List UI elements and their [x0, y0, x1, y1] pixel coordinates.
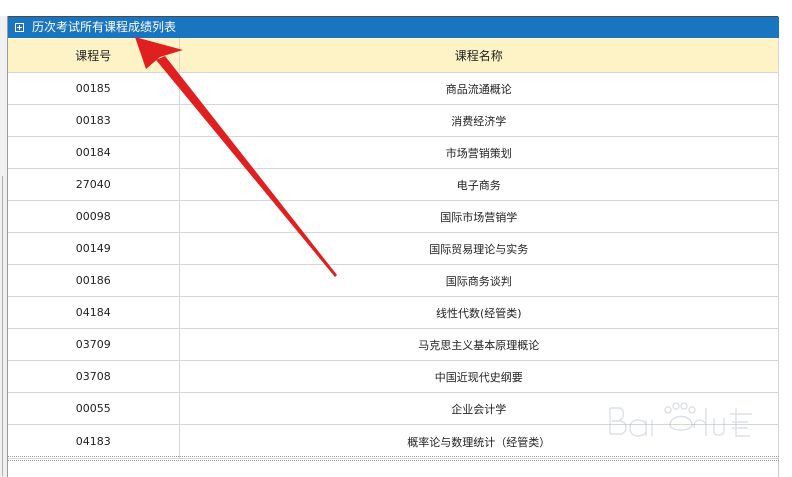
course-name-cell: 消费经济学 — [179, 104, 780, 137]
course-code-cell: 00183 — [8, 104, 180, 137]
table-row[interactable]: 04183 概率论与数理统计（经管类） — [8, 424, 780, 459]
course-code-cell: 00184 — [8, 136, 180, 169]
table-row[interactable]: 00186 国际商务谈判 — [8, 264, 780, 297]
course-name-cell: 马克思主义基本原理概论 — [179, 328, 780, 361]
course-grades-table: 课程号 课程名称 00185 商品流通概论 00183 消费经济学 00184 … — [8, 38, 780, 459]
course-code-cell: 00055 — [8, 392, 180, 425]
course-code-cell: 27040 — [8, 168, 180, 201]
course-code-cell: 03708 — [8, 360, 180, 393]
course-code-cell: 00098 — [8, 200, 180, 233]
column-header-name[interactable]: 课程名称 — [179, 38, 780, 73]
course-code-cell: 00149 — [8, 232, 180, 265]
course-name-cell: 市场营销策划 — [179, 136, 780, 169]
table-row[interactable]: 00149 国际贸易理论与实务 — [8, 232, 780, 265]
column-header-code[interactable]: 课程号 — [8, 38, 180, 73]
table-row[interactable]: 00184 市场营销策划 — [8, 136, 780, 169]
course-code-cell: 04184 — [8, 296, 180, 329]
course-name-cell: 国际贸易理论与实务 — [179, 232, 780, 265]
course-code-cell: 03709 — [8, 328, 180, 361]
course-name-cell: 电子商务 — [179, 168, 780, 201]
table-row[interactable]: 03709 马克思主义基本原理概论 — [8, 328, 780, 361]
course-name-cell: 线性代数(经管类) — [179, 296, 780, 329]
course-name-cell: 商品流通概论 — [179, 72, 780, 105]
course-code-cell: 00186 — [8, 264, 180, 297]
table-header-row: 课程号 课程名称 — [8, 38, 780, 73]
panel-title: 历次考试所有课程成绩列表 — [32, 20, 177, 34]
table-row[interactable]: 00098 国际市场营销学 — [8, 200, 780, 233]
course-name-cell: 企业会计学 — [179, 392, 780, 425]
table-row[interactable]: 00183 消费经济学 — [8, 104, 780, 137]
frame-seam — [2, 176, 3, 476]
right-scroll-area[interactable] — [778, 16, 792, 477]
table-row[interactable]: 27040 电子商务 — [8, 168, 780, 201]
table-row[interactable]: 03708 中国近现代史纲要 — [8, 360, 780, 393]
table-row[interactable]: 00185 商品流通概论 — [8, 72, 780, 105]
top-frame — [0, 0, 792, 17]
course-code-cell: 00185 — [8, 72, 180, 105]
course-name-cell: 中国近现代史纲要 — [179, 360, 780, 393]
table-row[interactable]: 00055 企业会计学 — [8, 392, 780, 425]
screen: 历次考试所有课程成绩列表 课程号 课程名称 00185 商品流通概论 00183… — [0, 0, 792, 477]
course-name-cell: 国际市场营销学 — [179, 200, 780, 233]
expand-icon[interactable] — [15, 23, 24, 32]
course-name-cell: 国际商务谈判 — [179, 264, 780, 297]
panel-title-bar[interactable]: 历次考试所有课程成绩列表 — [8, 17, 779, 38]
table-bottom-edge — [8, 456, 779, 461]
left-frame — [0, 16, 8, 477]
course-code-cell: 04183 — [8, 424, 180, 459]
table-row[interactable]: 04184 线性代数(经管类) — [8, 296, 780, 329]
course-name-cell: 概率论与数理统计（经管类） — [179, 424, 780, 459]
